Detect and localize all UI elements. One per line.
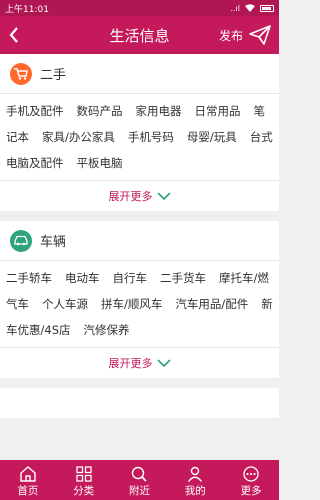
wifi-icon <box>245 4 255 12</box>
tab-label: 首页 <box>17 485 39 497</box>
back-button[interactable] <box>0 16 28 54</box>
tag-item[interactable]: 拼车/顺风车 <box>101 297 162 311</box>
tag-item[interactable]: 手机及配件 <box>6 104 64 118</box>
tag-item[interactable]: 自行车 <box>113 271 148 285</box>
category-grid-icon <box>76 466 92 482</box>
chevron-left-icon <box>9 27 18 43</box>
expand-label: 展开更多 <box>108 357 153 370</box>
tab-label: 分类 <box>73 485 95 497</box>
section-title: 二手 <box>40 68 67 83</box>
tag-item[interactable]: 二手货车 <box>160 271 206 285</box>
expand-label: 展开更多 <box>108 190 153 203</box>
section-secondhand: 二手 手机及配件 数码产品 家用电器 日常用品 笔记本 家具/办公家具 手机号码 母婴/玩具台… <box>0 54 279 211</box>
tag-item[interactable]: 个人车源 <box>42 297 88 311</box>
cart-icon <box>10 62 32 85</box>
tab-nearby[interactable]: 附近 <box>112 460 168 500</box>
status-time: 上午11:01 <box>5 4 49 15</box>
tag-item[interactable]: 家用电器 <box>136 104 182 118</box>
expand-more-button[interactable]: 展开更多 <box>0 348 279 378</box>
tag-item[interactable]: 母婴/玩具 <box>187 130 237 144</box>
section-header: 车辆 <box>0 221 279 261</box>
tab-mine[interactable]: 我的 <box>167 460 223 500</box>
tag-item[interactable]: 电动车 <box>65 271 100 285</box>
more-dots-icon <box>243 466 259 482</box>
tag-item[interactable]: 汽修保养 <box>84 323 130 337</box>
section-vehicles: 车辆 二手轿车 电动车 自行车 二手货车 摩托车/燃气车 个人车源 拼车/顺风车 汽车用品/配… <box>0 221 279 378</box>
tab-label: 附近 <box>128 485 150 497</box>
tag-item[interactable]: 平板电脑 <box>77 156 123 170</box>
section-header: 二手 <box>0 54 279 94</box>
tag-item[interactable]: 数码产品 <box>77 104 123 118</box>
tag-item[interactable]: 家具/办公家具 <box>42 130 115 144</box>
tab-category[interactable]: 分类 <box>56 460 112 500</box>
battery-icon <box>260 4 274 12</box>
tag-item[interactable]: 手机号码 <box>128 130 174 144</box>
tag-item[interactable]: 二手轿车 <box>6 271 52 285</box>
bottom-tab-bar: 首页 分类 附近 我的 更多 <box>0 460 279 500</box>
section-partial <box>0 388 279 418</box>
tab-home[interactable]: 首页 <box>0 460 56 500</box>
tab-more[interactable]: 更多 <box>223 460 279 500</box>
user-icon <box>188 466 203 482</box>
status-bar: 上午11:01 ..ıl <box>0 0 279 16</box>
status-icons: ..ıl <box>230 4 274 13</box>
content-scroll[interactable]: 二手 手机及配件 数码产品 家用电器 日常用品 笔记本 家具/办公家具 手机号码 母婴/玩具台… <box>0 54 279 460</box>
publish-button[interactable]: 发布 <box>219 27 243 44</box>
tag-list: 二手轿车 电动车 自行车 二手货车 摩托车/燃气车 个人车源 拼车/顺风车 汽车用品/配件 新车… <box>0 261 279 348</box>
chevron-down-icon <box>156 359 171 367</box>
tab-label: 更多 <box>240 485 262 497</box>
expand-more-button[interactable]: 展开更多 <box>0 181 279 211</box>
tab-label: 我的 <box>184 485 206 497</box>
tag-list: 手机及配件 数码产品 家用电器 日常用品 笔记本 家具/办公家具 手机号码 母婴/玩具 台式电脑… <box>0 94 279 181</box>
home-icon <box>20 466 36 482</box>
send-button[interactable] <box>249 24 271 50</box>
search-nearby-icon <box>132 466 148 482</box>
signal-icon: ..ıl <box>230 3 240 13</box>
section-title: 车辆 <box>40 235 67 250</box>
car-icon <box>10 229 32 252</box>
tag-item[interactable]: 日常用品 <box>195 104 241 118</box>
paper-plane-icon <box>249 25 271 45</box>
nav-bar: 生活信息 发布 <box>0 16 279 54</box>
tag-item[interactable]: 汽车用品/配件 <box>175 297 248 311</box>
chevron-down-icon <box>156 192 171 200</box>
